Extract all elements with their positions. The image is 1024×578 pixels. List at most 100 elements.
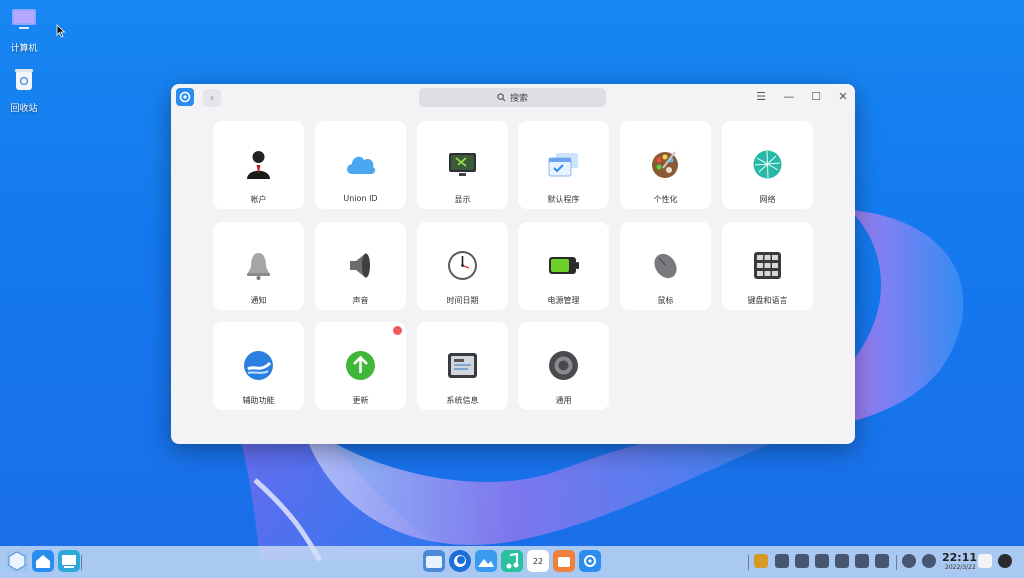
user-tray-icon[interactable]: [998, 554, 1012, 568]
computer-icon: [12, 9, 36, 29]
home-icon: [36, 555, 50, 568]
module-tile-network[interactable]: 网络: [722, 121, 813, 209]
maximize-icon: ☐: [811, 90, 821, 103]
usb-tray-icon[interactable]: [795, 554, 809, 568]
dock-separator: [81, 555, 82, 570]
dock-separator: [896, 555, 897, 570]
music-icon: [506, 552, 519, 569]
titlebar: ‹ 搜索 ☰ — ☐ ✕: [171, 84, 855, 110]
module-label: 显示: [454, 195, 471, 204]
module-label: 电源管理: [547, 296, 580, 305]
desktop-icon-label: 计算机: [10, 44, 38, 54]
module-label: Union ID: [343, 194, 378, 203]
search-icon: [497, 93, 506, 102]
desktop-icon-trash[interactable]: 回收站: [0, 66, 48, 114]
default-apps-icon: [548, 153, 578, 177]
dock-app-store[interactable]: [553, 550, 575, 572]
module-tile-account[interactable]: 帐户: [213, 121, 304, 209]
accessibility-icon: [244, 351, 273, 380]
dock-file-manager[interactable]: [423, 550, 445, 572]
chevron-right-icon[interactable]: [875, 554, 889, 568]
settings-icon: [584, 555, 596, 567]
update-icon: [346, 351, 375, 380]
power-tray-icon[interactable]: [922, 554, 936, 568]
module-tile-notification[interactable]: 通知: [213, 222, 304, 310]
chevron-left-icon: ‹: [209, 91, 215, 104]
update-badge: [393, 326, 402, 335]
module-tile-display[interactable]: 显示: [417, 121, 508, 209]
clock-date[interactable]: 2022/3/22: [945, 564, 976, 571]
desktop-icon-label: 回收站: [10, 104, 38, 114]
desktop-icon-computer[interactable]: 计算机: [0, 6, 48, 54]
display-icon: [449, 153, 476, 176]
module-tile-personalization[interactable]: 个性化: [620, 121, 711, 209]
module-tile-accessibility[interactable]: 辅助功能: [213, 322, 304, 410]
module-label: 通用: [555, 396, 572, 405]
minimize-icon: —: [783, 90, 795, 103]
notification-tray-icon[interactable]: [902, 554, 916, 568]
tray-app-icon[interactable]: [754, 554, 768, 568]
image-icon: [478, 559, 494, 567]
settings-app-icon: [176, 88, 194, 106]
system-info-icon: [448, 353, 477, 378]
close-button[interactable]: ✕: [835, 89, 851, 105]
module-label: 通知: [250, 296, 267, 305]
back-button[interactable]: ‹: [203, 89, 221, 107]
pen-tray-icon[interactable]: [835, 554, 849, 568]
menu-icon: ☰: [756, 90, 766, 103]
mouse-icon: [654, 253, 677, 279]
module-label: 个性化: [653, 195, 678, 204]
minimize-button[interactable]: —: [781, 89, 797, 105]
maximize-button[interactable]: ☐: [808, 89, 824, 105]
multitask-button[interactable]: [58, 550, 80, 572]
search-placeholder: 搜索: [509, 94, 528, 104]
volume-tray-icon[interactable]: [815, 554, 829, 568]
search-input[interactable]: 搜索: [419, 88, 606, 107]
module-label: 默认程序: [547, 195, 580, 204]
dock-music[interactable]: [501, 550, 523, 572]
module-tile-union-id[interactable]: Union ID: [315, 121, 406, 209]
calendar-day: 22: [532, 557, 544, 566]
dock-image-viewer[interactable]: [475, 550, 497, 572]
module-tile-datetime[interactable]: 时间日期: [417, 222, 508, 310]
module-label: 时间日期: [446, 296, 479, 305]
keyboard-tray-icon[interactable]: [775, 554, 789, 568]
bell-icon: [247, 253, 270, 280]
network-icon: [753, 150, 782, 179]
clock-time[interactable]: 22:11: [942, 551, 977, 564]
network-tray-icon[interactable]: [855, 554, 869, 568]
module-tile-update[interactable]: 更新: [315, 322, 406, 410]
module-tile-power[interactable]: 电源管理: [518, 222, 609, 310]
dock-control-center[interactable]: [579, 550, 601, 572]
module-label: 系统信息: [446, 396, 479, 405]
launcher-icon: [8, 551, 26, 571]
module-label: 声音: [352, 296, 369, 305]
module-tile-mouse[interactable]: 鼠标: [620, 222, 711, 310]
personalization-icon: [652, 151, 678, 178]
dock-browser[interactable]: [449, 550, 471, 572]
general-icon: [549, 351, 578, 380]
control-center-window: ‹ 搜索 ☰ — ☐ ✕ 帐户 Union ID 显示 默认程序 个性化 网络 …: [171, 84, 855, 444]
dock-separator: [748, 555, 749, 570]
mouse-cursor-icon: [56, 24, 66, 38]
account-icon: [247, 151, 270, 179]
keyboard-icon: [754, 252, 781, 279]
module-tile-default-apps[interactable]: 默认程序: [518, 121, 609, 209]
battery-icon: [549, 257, 579, 274]
module-label: 更新: [352, 396, 369, 405]
dock-calendar[interactable]: 22: [527, 550, 549, 572]
module-tile-keyboard[interactable]: 键盘和语言: [722, 222, 813, 310]
store-icon: [558, 557, 570, 567]
desktop-home-button[interactable]: [32, 550, 54, 572]
module-label: 键盘和语言: [747, 296, 788, 305]
cloud-icon: [347, 156, 376, 174]
calendar-tray-icon[interactable]: [978, 554, 992, 568]
launcher-button[interactable]: [6, 550, 28, 572]
module-tile-sound[interactable]: 声音: [315, 222, 406, 310]
module-tile-general[interactable]: 通用: [518, 322, 609, 410]
module-tile-system-info[interactable]: 系统信息: [417, 322, 508, 410]
menu-button[interactable]: ☰: [753, 89, 769, 105]
module-label: 帐户: [250, 195, 267, 204]
folder-icon: [426, 556, 442, 568]
browser-icon: [454, 555, 466, 567]
